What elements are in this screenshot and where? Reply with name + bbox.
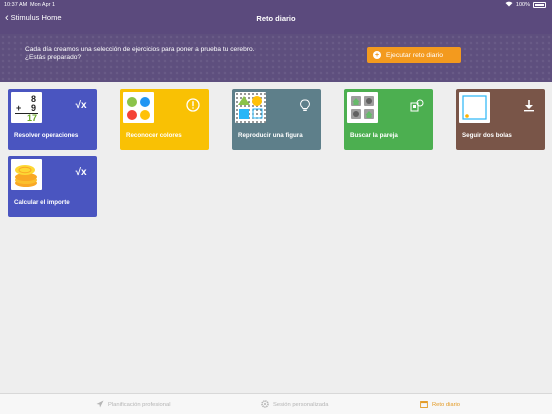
memory-cards-icon bbox=[409, 97, 425, 113]
plus-circle-icon: + bbox=[373, 51, 381, 59]
card-reproducir-figura[interactable]: Reproducir una figura bbox=[232, 89, 321, 150]
balls-thumbnail bbox=[459, 92, 490, 123]
status-time: 10:37 AM bbox=[4, 2, 28, 8]
card-label: Seguir dos bolas bbox=[462, 132, 512, 139]
banner-line-1: Cada día creamos una selección de ejerci… bbox=[25, 46, 255, 53]
banner-description: Cada día creamos una selección de ejerci… bbox=[25, 46, 285, 62]
card-label: Reproducir una figura bbox=[238, 132, 303, 139]
tab-label: Reto diario bbox=[432, 402, 461, 408]
card-reconocer-colores[interactable]: Reconocer colores bbox=[120, 89, 209, 150]
operator: + bbox=[16, 103, 22, 113]
lightbulb-icon bbox=[297, 97, 313, 113]
square-root-icon: √x bbox=[75, 166, 87, 178]
tab-bar: Planificación profesional Sesión persona… bbox=[0, 393, 552, 414]
wifi-icon bbox=[505, 1, 513, 9]
battery-label: 100% bbox=[515, 2, 530, 8]
tab-reto-diario[interactable]: Reto diario bbox=[420, 400, 460, 410]
daily-challenge-banner: Cada día creamos una selección de ejerci… bbox=[0, 34, 552, 82]
card-label: Buscar la pareja bbox=[350, 132, 398, 139]
navigation-bar: 10:37 AM Mon Apr 1 100% ‹ Stimulus Home … bbox=[0, 0, 552, 34]
card-calcular-importe[interactable]: √x Calcular el importe bbox=[8, 156, 97, 217]
operations-thumbnail: 8 + 9 17 bbox=[11, 92, 42, 123]
download-icon bbox=[521, 97, 537, 113]
tab-planificacion-profesional[interactable]: Planificación profesional bbox=[96, 400, 171, 410]
card-label: Resolver operaciones bbox=[14, 132, 79, 139]
run-daily-challenge-button[interactable]: + Ejecutar reto diario bbox=[367, 47, 461, 63]
page-title: Reto diario bbox=[256, 14, 296, 23]
status-bar: 10:37 AM Mon Apr 1 100% bbox=[0, 0, 552, 10]
card-seguir-dos-bolas[interactable]: Seguir dos bolas bbox=[456, 89, 545, 150]
coins-thumbnail bbox=[11, 159, 42, 190]
rocket-icon bbox=[96, 400, 104, 410]
card-label: Reconocer colores bbox=[126, 132, 182, 139]
colors-thumbnail bbox=[123, 92, 154, 123]
banner-line-2: ¿Estás preparado? bbox=[25, 54, 82, 62]
calendar-icon bbox=[420, 400, 428, 410]
gear-icon bbox=[261, 400, 269, 410]
tab-sesion-personalizada[interactable]: Sesión personalizada bbox=[261, 400, 328, 410]
card-label: Calcular el importe bbox=[14, 199, 70, 206]
status-right: 100% bbox=[505, 1, 546, 9]
operation-result: 17 bbox=[26, 113, 37, 123]
square-root-icon: √x bbox=[75, 99, 87, 111]
pairs-thumbnail bbox=[347, 92, 378, 123]
battery-icon bbox=[533, 2, 546, 8]
tab-label: Planificación profesional bbox=[108, 402, 171, 408]
operand-b: 9 bbox=[30, 103, 36, 113]
alert-circle-icon bbox=[185, 97, 201, 113]
card-buscar-pareja[interactable]: Buscar la pareja bbox=[344, 89, 433, 150]
figure-thumbnail bbox=[235, 92, 266, 123]
tab-label: Sesión personalizada bbox=[273, 402, 329, 408]
run-daily-challenge-label: Ejecutar reto diario bbox=[386, 51, 444, 59]
status-date: Mon Apr 1 bbox=[30, 2, 56, 8]
card-resolver-operaciones[interactable]: 8 + 9 17 √x Resolver operaciones bbox=[8, 89, 97, 150]
